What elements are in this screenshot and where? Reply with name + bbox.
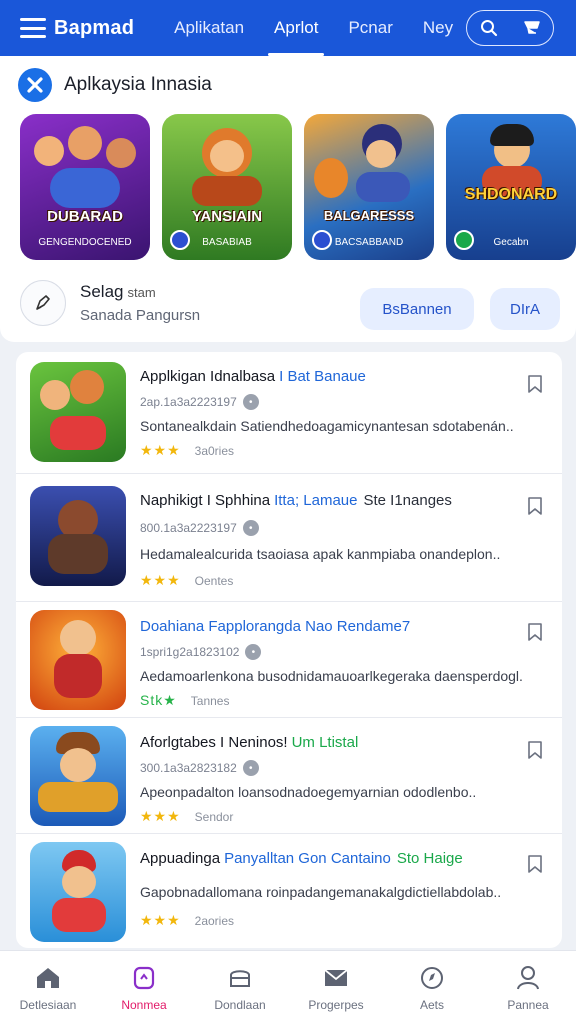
bottom-nav-label: Pannea <box>507 997 549 1012</box>
envelope-icon <box>322 964 350 992</box>
tab-aplikatan[interactable]: Aplikatan <box>174 0 244 56</box>
star-rating-icon: ★★★ <box>140 808 181 824</box>
bottom-nav-label: Nonmea <box>121 997 167 1012</box>
star-rating-icon: ★★★ <box>140 912 181 928</box>
app-description: Hedamalealcurida tsaoiasa apak kanmpiaba… <box>140 546 501 562</box>
games-icon <box>130 964 158 992</box>
app-thumbnail[interactable] <box>30 610 126 710</box>
app-meta: 800.1a3a2223197 • <box>140 520 259 536</box>
featured-tile[interactable]: BALGARESSS BACSABBAND <box>304 114 434 260</box>
app-list: Applkigan Idnalbasa I Bat Banaue 2ap.1a3a… <box>16 352 562 948</box>
tab-ney[interactable]: Ney <box>423 0 453 56</box>
info-icon: • <box>242 520 259 536</box>
bottom-nav-explore[interactable]: Aets <box>384 951 480 1024</box>
top-actions <box>466 10 554 46</box>
person-icon <box>514 964 542 992</box>
list-item[interactable]: Doahiana Fapplorangda Nao Rendame7 1spri… <box>16 602 562 718</box>
nav-tabs: Aplikatan Aprlot Pcnar Ney <box>174 0 453 56</box>
list-item[interactable]: Aforlgtabes I Neninos! Um Ltistal 300.1a3… <box>16 718 562 834</box>
bottom-nav-profile[interactable]: Pannea <box>480 951 576 1024</box>
app-meta: 2ap.1a3a2223197 • <box>140 394 259 410</box>
pencil-icon[interactable] <box>20 280 66 326</box>
info-icon: • <box>242 394 259 410</box>
app-title[interactable]: Appuadinga Panyalltan Gon Cantaino Sto Hai… <box>140 850 463 867</box>
app-title[interactable]: Aforlgtabes I Neninos! Um Ltistal <box>140 734 358 751</box>
sort-title: Selag stam <box>80 282 156 302</box>
featured-section: Aplkaysia Innasia DUBARAD GENGENDOCENED … <box>0 56 576 342</box>
store-icon <box>226 964 254 992</box>
app-rating: Stk★ Tannes <box>140 692 230 708</box>
app-rating: ★★★ 2aories <box>140 912 235 928</box>
search-icon[interactable] <box>474 13 504 43</box>
bottom-nav-label: Aets <box>419 997 444 1012</box>
bookmark-icon[interactable] <box>526 740 544 760</box>
list-item[interactable]: Appuadinga Panyalltan Gon Cantaino Sto Hai… <box>16 834 562 948</box>
app-description: Aedamoarlenkona busodnidamauoarlkegeraka… <box>140 668 523 684</box>
bottom-nav-label: Progerpes <box>308 997 364 1012</box>
bottom-nav-store[interactable]: Dondlaan <box>192 951 288 1024</box>
menu-icon[interactable] <box>20 18 46 38</box>
bottom-nav-label: Dondlaan <box>214 997 266 1012</box>
cart-icon[interactable] <box>517 13 547 43</box>
bookmark-icon[interactable] <box>526 374 544 394</box>
tab-aprlot[interactable]: Aprlot <box>267 0 325 56</box>
star-rating-icon: ★★★ <box>140 572 181 588</box>
bottom-nav-games[interactable]: Nonmea <box>96 951 192 1024</box>
sort-row: Selag stam Sanada Pangursn BsBannen DIrA <box>20 278 560 330</box>
app-thumbnail[interactable] <box>30 842 126 942</box>
app-rating: ★★★ Sendor <box>140 808 234 824</box>
sort-subtitle: Sanada Pangursn <box>80 307 201 324</box>
app-logo-icon <box>18 68 52 102</box>
home-icon <box>34 964 62 992</box>
app-title[interactable]: Doahiana Fapplorangda Nao Rendame7 <box>140 618 410 635</box>
app-meta: 300.1a3a2823182 • <box>140 760 259 776</box>
app-thumbnail[interactable] <box>30 362 126 462</box>
featured-tiles: DUBARAD GENGENDOCENED YANSIAIN BASABIAB … <box>20 114 576 260</box>
app-meta: 1spri1g2a1823102 • <box>140 644 262 660</box>
info-icon: • <box>242 760 259 776</box>
featured-tile[interactable]: DUBARAD GENGENDOCENED <box>20 114 150 260</box>
bottom-nav-label: Detlesiaan <box>19 997 77 1012</box>
app-rating: ★★★ 3a0ries <box>140 442 235 458</box>
tile-sub: BACSABBAND <box>334 237 404 248</box>
star-rating-icon: ★★★ <box>140 442 181 458</box>
tile-sub: Gecabn <box>493 237 529 248</box>
star-rating-icon: Stk★ <box>140 692 177 708</box>
tile-sub: GENGENDOCENED <box>38 237 132 248</box>
featured-title: Aplkaysia Innasia <box>64 74 212 95</box>
featured-tile[interactable]: YANSIAIN BASABIAB <box>162 114 292 260</box>
tile-sub: BASABIAB <box>202 237 252 248</box>
tile-label: YANSIAIN <box>191 208 263 225</box>
app-title[interactable]: Applkigan Idnalbasa I Bat Banaue <box>140 368 366 385</box>
app-thumbnail[interactable] <box>30 486 126 586</box>
app-description: Apeonpadalton loansodnadoegemyarnian odo… <box>140 784 477 800</box>
sort-title-small: stam <box>127 285 156 300</box>
app-description: Sontanealkdain Satiendhedoagamicynantesa… <box>140 418 514 434</box>
tile-label: SHDONARD <box>464 186 558 203</box>
primary-filter-button[interactable]: BsBannen <box>360 288 474 330</box>
featured-tile[interactable]: SHDONARD Gecabn <box>446 114 576 260</box>
bottom-nav-home[interactable]: Detlesiaan <box>0 951 96 1024</box>
tile-label: DUBARAD <box>47 208 123 225</box>
list-item[interactable]: Applkigan Idnalbasa I Bat Banaue 2ap.1a3a… <box>16 352 562 474</box>
app-description: Gapobnadallomana roinpadangemanakalgdict… <box>140 884 502 900</box>
compass-icon <box>418 964 446 992</box>
tab-pcnar[interactable]: Pcnar <box>348 0 392 56</box>
info-icon: • <box>245 644 262 660</box>
app-thumbnail[interactable] <box>30 726 126 826</box>
brand-name[interactable]: Bapmad <box>54 17 134 40</box>
sort-title-main: Selag <box>80 282 124 301</box>
bottom-nav: Detlesiaan Nonmea Dondlaan Progerpes Aet… <box>0 950 576 1024</box>
top-app-bar: Bapmad Aplikatan Aprlot Pcnar Ney <box>0 0 576 56</box>
bookmark-icon[interactable] <box>526 854 544 874</box>
app-title[interactable]: Naphikigt I Sphhina Itta; Lamaue Ste I1nan… <box>140 492 452 509</box>
bookmark-icon[interactable] <box>526 496 544 516</box>
tile-label: BALGARESSS <box>323 208 415 223</box>
bottom-nav-progress[interactable]: Progerpes <box>288 951 384 1024</box>
secondary-filter-button[interactable]: DIrA <box>490 288 560 330</box>
bookmark-icon[interactable] <box>526 622 544 642</box>
list-item[interactable]: Naphikigt I Sphhina Itta; Lamaue Ste I1nan… <box>16 474 562 602</box>
app-rating: ★★★ Oentes <box>140 572 234 588</box>
